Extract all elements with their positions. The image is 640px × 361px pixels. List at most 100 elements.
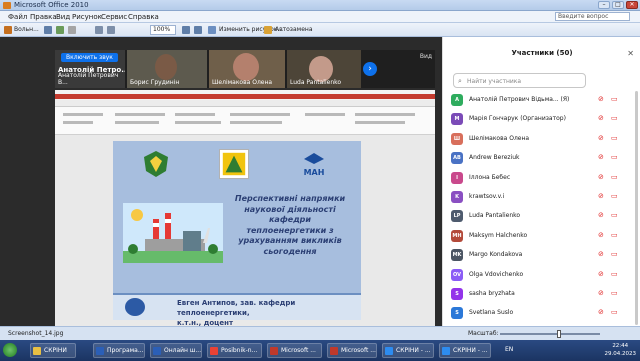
- zoom-in-icon[interactable]: [182, 26, 190, 34]
- avatar: MK: [451, 249, 463, 262]
- camera-off-icon[interactable]: ▭: [611, 308, 618, 316]
- next-page-arrow-icon[interactable]: ›: [363, 62, 377, 76]
- shared-screen: МАН Перспективні напрямки наукової діяль…: [55, 90, 435, 327]
- mic-muted-icon[interactable]: ⊘: [598, 114, 604, 122]
- print-icon[interactable]: [56, 26, 64, 34]
- rotate-left-icon[interactable]: [95, 26, 103, 34]
- clock[interactable]: 22:44 29.04.2023: [605, 342, 637, 358]
- avatar: Ш: [451, 132, 463, 145]
- autocorrect-icon[interactable]: [264, 26, 272, 34]
- mic-muted-icon[interactable]: ⊘: [598, 231, 604, 239]
- participant-row[interactable]: Ssasha bryzhata ⊘ ▭: [443, 285, 640, 303]
- participant-name: Анатолій Петрович Відьма... (Я): [469, 96, 570, 103]
- menu-picture[interactable]: Рисунок: [72, 13, 102, 21]
- avatar: M: [451, 113, 463, 126]
- participant-search-input[interactable]: ⌕ Найти участника: [453, 73, 586, 88]
- start-button[interactable]: [3, 343, 17, 357]
- file-name: Screenshot_14.jpg: [8, 330, 64, 337]
- participant-row[interactable]: MK Margo Kondakova ⊘ ▭: [443, 246, 640, 264]
- participant-row[interactable]: Kkrawtsov.v.i ⊘ ▭: [443, 188, 640, 206]
- camera-off-icon[interactable]: ▭: [611, 114, 618, 122]
- participant-name: Andrew Bereziuk: [469, 154, 520, 162]
- edit-picture-button[interactable]: Изменить рисунок...: [219, 25, 283, 35]
- save-icon[interactable]: [44, 26, 52, 34]
- taskbar-item[interactable]: Програма...: [93, 343, 145, 358]
- university-emblem-icon: [144, 151, 168, 177]
- zoom-slider[interactable]: [500, 330, 600, 338]
- view-button[interactable]: Вид: [420, 53, 432, 60]
- open-icon[interactable]: [4, 26, 12, 34]
- menu-view[interactable]: Вид: [56, 13, 70, 21]
- participant-row[interactable]: OV Olga Vdovichenko ⊘ ▭: [443, 266, 640, 284]
- camera-off-icon[interactable]: ▭: [611, 250, 618, 258]
- camera-off-icon[interactable]: ▭: [611, 289, 618, 297]
- unmute-button[interactable]: Включить звук: [61, 53, 118, 62]
- mic-muted-icon[interactable]: ⊘: [598, 95, 604, 103]
- tile-name: Борис Грудинін: [130, 79, 180, 86]
- zoom-out-icon[interactable]: [194, 26, 202, 34]
- menu-edit[interactable]: Правка: [30, 13, 57, 21]
- video-tile[interactable]: Борис Грудинін: [127, 50, 207, 88]
- taskbar-item[interactable]: Posibnik-n...: [207, 343, 262, 358]
- video-tile-self[interactable]: Включить звук Анатолій Петро... Анатолій…: [55, 50, 125, 88]
- participant-row[interactable]: M Марія Гончарук (Организатор) ⊘ ▭: [443, 110, 640, 128]
- participant-name: Svetlana Suslo: [469, 309, 514, 317]
- share-notification-bar: [55, 94, 435, 99]
- participant-video: [155, 54, 177, 80]
- open-label[interactable]: Вольн...: [14, 25, 39, 35]
- participant-video: [233, 53, 259, 81]
- close-button[interactable]: ✕: [626, 1, 638, 9]
- zoom-slider-knob[interactable]: [557, 330, 561, 338]
- mail-icon[interactable]: [68, 26, 76, 34]
- camera-off-icon[interactable]: ▭: [611, 192, 618, 200]
- taskbar-item[interactable]: Онлайн ш...: [150, 343, 202, 358]
- mic-muted-icon[interactable]: ⊘: [598, 211, 604, 219]
- taskbar-item[interactable]: СКРІНИ - ...: [382, 343, 434, 358]
- camera-off-icon[interactable]: ▭: [611, 270, 618, 278]
- edit-picture-icon[interactable]: [208, 26, 216, 34]
- taskbar-item[interactable]: СКРІНИ: [30, 343, 76, 358]
- mic-muted-icon[interactable]: ⊘: [598, 308, 604, 316]
- menu-bar: Файл Правка Вид Рисунок Сервис Справка В…: [0, 11, 640, 23]
- participant-row[interactable]: MH Maksym Halchenko ⊘ ▭: [443, 227, 640, 245]
- mic-muted-icon[interactable]: ⊘: [598, 192, 604, 200]
- menu-file[interactable]: Файл: [8, 13, 27, 21]
- video-tile[interactable]: Luda Pantalienko: [287, 50, 361, 88]
- minimize-button[interactable]: –: [598, 1, 610, 9]
- participant-row[interactable]: I Іллона Бебес ⊘ ▭: [443, 169, 640, 187]
- rotate-right-icon[interactable]: [107, 26, 115, 34]
- author-line-1: Евген Антипов, зав. кафедри теплоенергет…: [177, 299, 296, 317]
- menu-tools[interactable]: Сервис: [101, 13, 127, 21]
- taskbar-item[interactable]: Microsoft ...: [327, 343, 377, 358]
- video-tile[interactable]: Шелімакова Олена: [209, 50, 285, 88]
- participant-row[interactable]: LP Luda Pantalienko ⊘ ▭: [443, 207, 640, 225]
- mic-muted-icon[interactable]: ⊘: [598, 289, 604, 297]
- tile-name: Шелімакова Олена: [212, 79, 273, 86]
- camera-off-icon[interactable]: ▭: [611, 134, 618, 142]
- autocorrect-button[interactable]: Автозамена: [275, 25, 313, 35]
- mic-muted-icon[interactable]: ⊘: [598, 173, 604, 181]
- maximize-button[interactable]: □: [612, 1, 624, 9]
- camera-off-icon[interactable]: ▭: [611, 153, 618, 161]
- zoom-select[interactable]: 100%: [150, 25, 176, 35]
- mic-muted-icon[interactable]: ⊘: [598, 134, 604, 142]
- mic-muted-icon[interactable]: ⊘: [598, 250, 604, 258]
- taskbar-item[interactable]: СКРІНИ - ...: [439, 343, 491, 358]
- camera-off-icon[interactable]: ▭: [611, 95, 618, 103]
- participant-row[interactable]: A Анатолій Петрович Відьма... (Я) ⊘ ▭: [443, 91, 640, 109]
- taskbar-item[interactable]: Microsoft ...: [267, 343, 322, 358]
- language-indicator[interactable]: EN: [505, 346, 513, 353]
- participant-row[interactable]: Ш Шелімакова Олена ⊘ ▭: [443, 130, 640, 148]
- scrollbar[interactable]: [635, 91, 638, 325]
- slide-title: Перспективні напрямки наукової діяльност…: [234, 194, 346, 256]
- participant-row[interactable]: AB Andrew Bereziuk ⊘ ▭: [443, 149, 640, 167]
- camera-off-icon[interactable]: ▭: [611, 231, 618, 239]
- menu-help[interactable]: Справка: [128, 13, 159, 21]
- camera-off-icon[interactable]: ▭: [611, 211, 618, 219]
- close-panel-icon[interactable]: ✕: [627, 49, 634, 58]
- participant-row[interactable]: S Svetlana Suslo ⊘ ▭: [443, 304, 640, 322]
- mic-muted-icon[interactable]: ⊘: [598, 270, 604, 278]
- camera-off-icon[interactable]: ▭: [611, 173, 618, 181]
- mic-muted-icon[interactable]: ⊘: [598, 153, 604, 161]
- ask-question-input[interactable]: Введите вопрос: [555, 12, 630, 21]
